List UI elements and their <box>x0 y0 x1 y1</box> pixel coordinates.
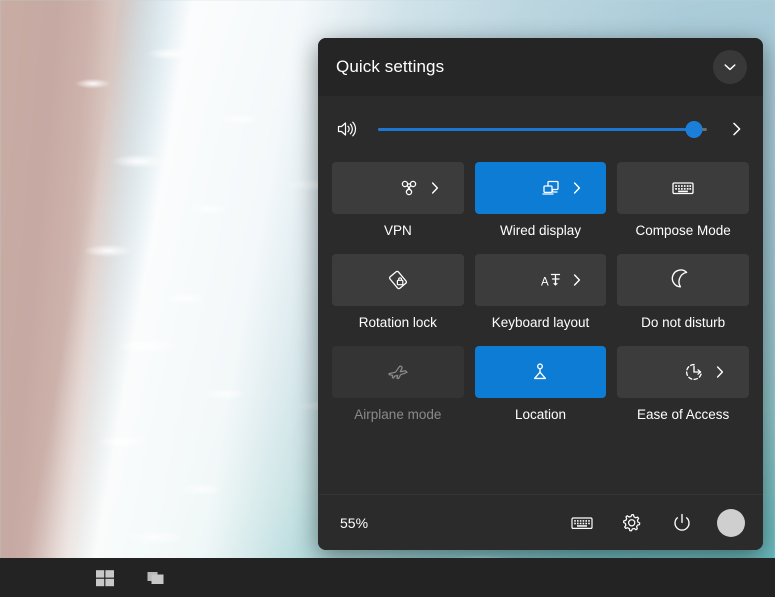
speaker-icon <box>336 119 364 139</box>
gear-icon <box>621 512 643 534</box>
tile-label: Keyboard layout <box>491 315 590 330</box>
task-view-icon <box>145 568 169 588</box>
chevron-down-icon <box>722 59 738 75</box>
avatar[interactable] <box>717 508 745 537</box>
tile-cell: Compose Mode <box>617 162 749 250</box>
power-button[interactable] <box>665 506 699 540</box>
vpn-icon <box>396 175 422 201</box>
tile-keyboard-layout[interactable]: A <box>474 254 607 306</box>
tile-wired-display[interactable] <box>474 162 607 214</box>
rotation-lock-icon <box>385 267 411 293</box>
chevron-right-icon <box>729 120 745 138</box>
tile-cell: VPN <box>332 162 464 250</box>
tile-cell: Wired display <box>474 162 607 250</box>
tile-keyboard-layout-chevron[interactable] <box>570 272 584 288</box>
settings-button[interactable] <box>615 506 649 540</box>
touch-keyboard-button[interactable] <box>565 506 599 540</box>
touch-keyboard-icon <box>570 514 594 532</box>
desktop: Quick settings VPN Wired display Compose… <box>0 0 775 597</box>
tile-label: Rotation lock <box>358 315 437 330</box>
volume-slider-thumb[interactable] <box>685 120 703 138</box>
tile-wired-display-chevron[interactable] <box>570 180 584 196</box>
tile-airplane-mode[interactable] <box>332 346 464 398</box>
quick-settings-tile-grid: VPN Wired display Compose Mode Rotation … <box>318 156 763 494</box>
volume-slider[interactable] <box>378 119 707 139</box>
power-icon <box>671 512 693 534</box>
tile-cell: Ease of Access <box>617 346 749 434</box>
page-title: Quick settings <box>336 57 445 76</box>
tile-cell: Location <box>474 346 607 434</box>
tile-label: Do not disturb <box>641 315 726 330</box>
tile-vpn[interactable] <box>332 162 464 214</box>
tile-label: VPN <box>383 223 412 238</box>
tile-cell: Do not disturb <box>617 254 749 342</box>
task-view-button[interactable] <box>144 565 170 591</box>
tile-label: Location <box>514 407 567 422</box>
volume-row <box>318 102 763 156</box>
tile-cell: Airplane mode <box>332 346 464 434</box>
tile-label: Wired display <box>499 223 581 238</box>
tile-ease-of-access[interactable] <box>617 346 749 398</box>
airplane-icon <box>385 359 411 385</box>
tile-cell: Rotation lock <box>332 254 464 342</box>
tile-label: Airplane mode <box>354 407 442 422</box>
volume-expand-button[interactable] <box>725 120 749 138</box>
tile-label: Ease of Access <box>637 407 730 422</box>
tile-location[interactable] <box>474 346 607 398</box>
tile-cell: A Keyboard layout <box>474 254 607 342</box>
taskbar <box>0 558 775 597</box>
quick-settings-header: Quick settings <box>318 38 763 96</box>
collapse-button[interactable] <box>713 50 747 84</box>
tile-compose-mode[interactable] <box>617 162 749 214</box>
location-icon <box>527 359 553 385</box>
volume-slider-fill <box>378 127 694 131</box>
ease-of-access-icon <box>681 359 707 385</box>
tile-ease-of-access-chevron[interactable] <box>713 364 727 380</box>
windows-start-icon <box>94 567 116 589</box>
quick-settings-footer: 55% <box>318 494 763 550</box>
keyboard-icon <box>670 175 696 201</box>
moon-icon <box>670 267 696 293</box>
tile-rotation-lock[interactable] <box>332 254 464 306</box>
battery-percentage: 55% <box>340 514 369 531</box>
tile-label: Compose Mode <box>635 223 731 238</box>
wired-display-icon <box>538 175 564 201</box>
keyboard-layout-icon: A <box>538 267 564 293</box>
svg-text:A: A <box>541 277 549 289</box>
tile-vpn-chevron[interactable] <box>428 180 442 196</box>
start-button[interactable] <box>92 565 118 591</box>
tile-do-not-disturb[interactable] <box>617 254 749 306</box>
quick-settings-panel: Quick settings VPN Wired display Compose… <box>318 38 763 550</box>
